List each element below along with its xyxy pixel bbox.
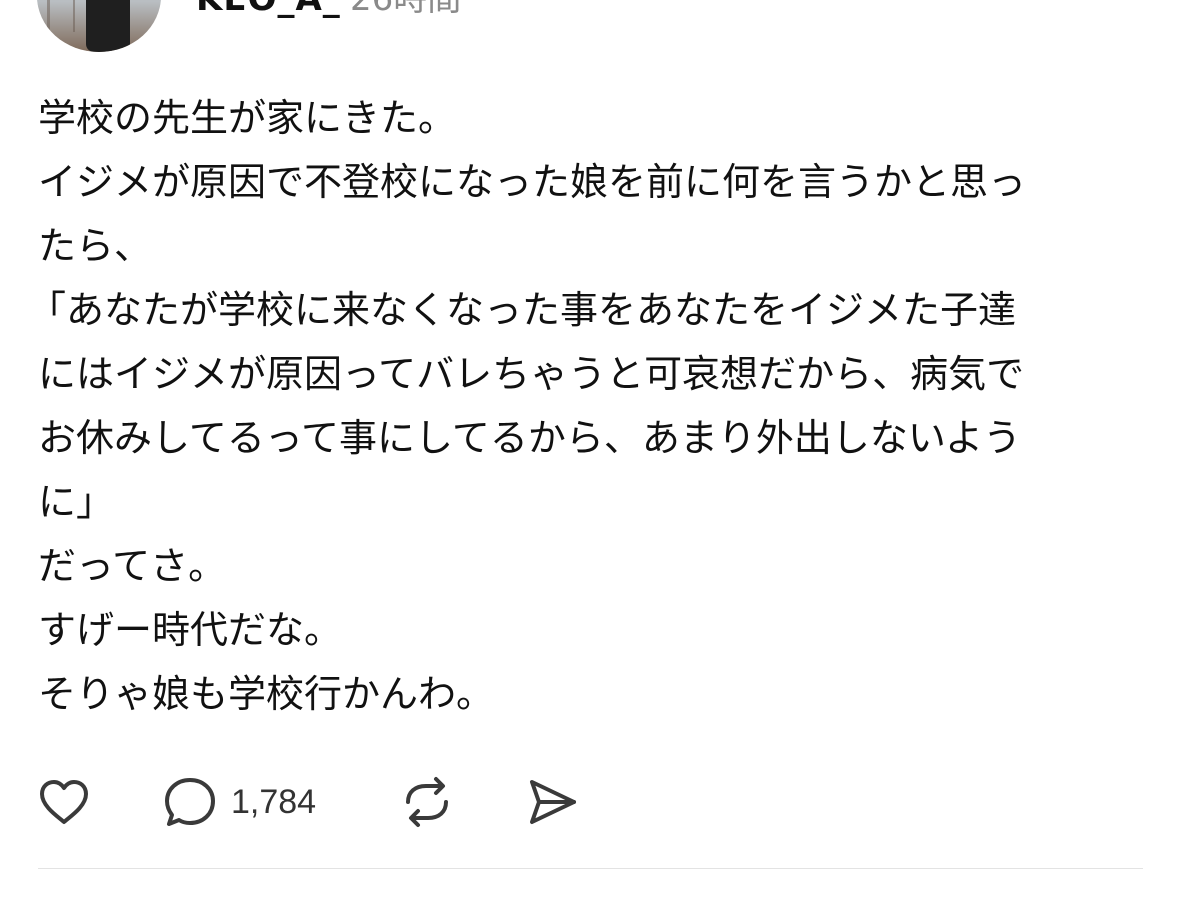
avatar-tree [47,0,75,32]
post-text-line: にはイジメが原因ってバレちゃうと可哀想だから、病気で [38,352,1025,396]
avatar[interactable] [37,0,161,52]
like-button[interactable] [38,772,90,832]
post-text-line: 「あなたが学校に来なくなった事をあなたをイジメた子達 [28,288,1017,332]
post: KEO_A_ 26時間 学校の先生が家にきた。 イジメが原因で不登校になった娘を… [0,0,1179,904]
speech-bubble-icon [165,778,215,826]
post-text-line: たら、 [38,224,153,268]
share-button[interactable] [526,772,580,832]
post-text-line: に」 [38,480,115,524]
repost-button[interactable] [400,772,454,832]
divider [38,868,1143,869]
post-text-line: 学校の先生が家にきた。 [38,96,457,140]
post-text-line: だってさ。 [38,544,227,588]
post-text: 学校の先生が家にきた。 イジメが原因で不登校になった娘を前に何を言うかと思っ た… [28,86,1138,726]
post-time: 26時間 [350,0,461,16]
post-text-line: お休みしてるって事にしてるから、あまり外出しないよう [38,416,1022,460]
username[interactable]: KEO_A_ [196,0,341,16]
post-text-line: そりゃ娘も学校行かんわ。 [38,672,495,716]
heart-icon [40,780,88,824]
avatar-person [86,0,130,52]
reply-button[interactable]: 1,784 [163,772,316,832]
post-actions: 1,784 [38,772,738,832]
post-text-line: すげー時代だな。 [38,608,343,652]
post-header: KEO_A_ 26時間 [0,0,1179,60]
repost-arrows-icon [406,777,448,827]
reply-count: 1,784 [231,783,317,821]
send-arrow-icon [530,780,576,824]
post-text-line: イジメが原因で不登校になった娘を前に何を言うかと思っ [38,160,1027,204]
